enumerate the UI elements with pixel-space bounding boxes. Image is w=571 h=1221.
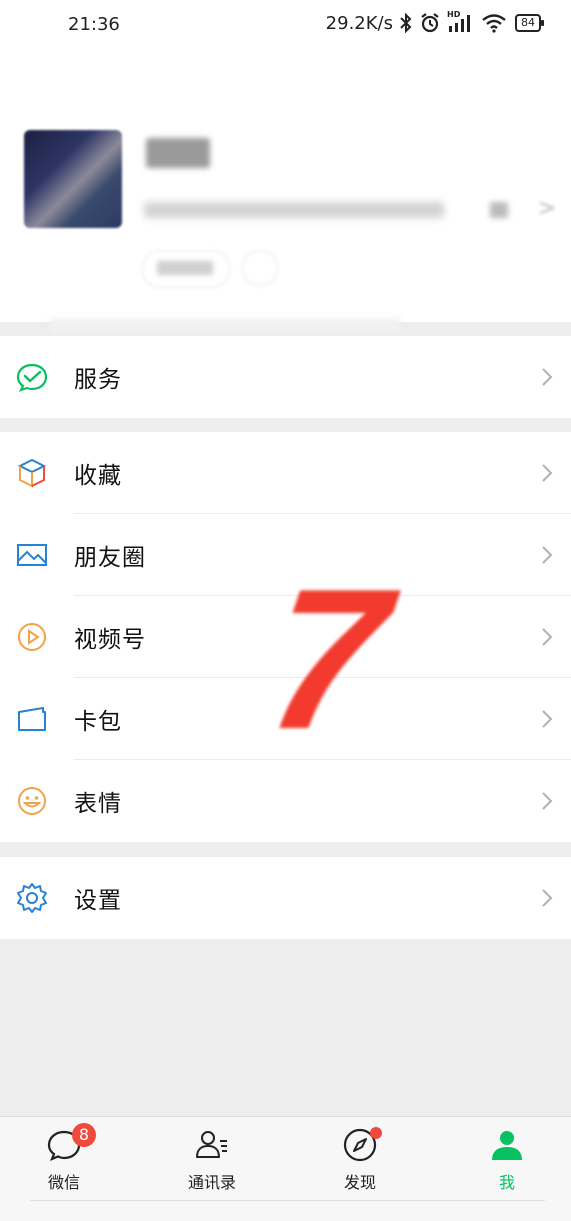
wechat-pay-icon [16, 363, 48, 392]
menu-label-cards: 卡包 [74, 709, 122, 735]
chevron-right-icon [542, 792, 553, 810]
menu-item-settings[interactable]: 设置 [0, 857, 571, 939]
contacts-icon [196, 1131, 227, 1158]
status-bar: 21:36 29.2K/s HD 84 [0, 0, 571, 50]
tab-me[interactable]: 我 [457, 1127, 557, 1193]
tab-label-contacts: 通讯录 [187, 1173, 236, 1192]
profile-fade [50, 318, 400, 332]
tab-label-chats: 微信 [47, 1173, 80, 1192]
tab-label-discover: 发现 [343, 1173, 376, 1192]
chevron-right-icon [542, 368, 553, 386]
smile-icon [18, 787, 46, 815]
tab-contacts[interactable]: 通讯录 [162, 1127, 262, 1193]
tab-chats[interactable]: 8 微信 [14, 1123, 114, 1193]
menu-item-favorites[interactable]: 收藏 [0, 432, 571, 514]
battery-icon: 84 [515, 14, 544, 32]
bluetooth-icon [400, 13, 412, 33]
menu-label-stickers: 表情 [74, 791, 122, 817]
qr-code-icon[interactable] [490, 202, 508, 218]
menu-label-moments: 朋友圈 [74, 545, 146, 571]
person-icon [492, 1131, 522, 1160]
menu-label-service: 服务 [74, 367, 122, 393]
signal-icon: HD [447, 10, 475, 34]
card-icon [18, 707, 46, 731]
new-dot-badge [370, 1127, 382, 1139]
status-time: 21:36 [68, 14, 120, 35]
chevron-right-icon [542, 628, 553, 646]
bottom-divider [30, 1200, 545, 1201]
wechat-id-redacted [144, 202, 444, 218]
play-circle-icon [18, 623, 46, 651]
profile-header[interactable]: > [0, 50, 571, 332]
more-status-button[interactable] [242, 250, 278, 286]
tab-label-me: 我 [498, 1173, 515, 1192]
wifi-icon [482, 14, 506, 33]
picture-icon [17, 544, 47, 566]
chevron-right-icon [542, 546, 553, 564]
chevron-right-icon [542, 464, 553, 482]
status-indicators: 29.2K/s HD 84 [325, 10, 544, 34]
avatar[interactable] [24, 130, 122, 228]
menu-group-settings: 设置 [0, 857, 571, 939]
status-label-redacted [157, 261, 213, 275]
menu-group-service: 服务 [0, 336, 571, 418]
tab-bar: 8 微信 通讯录 发现 我 [0, 1116, 571, 1221]
gear-icon [17, 883, 47, 913]
menu-label-channels: 视频号 [74, 627, 146, 653]
alarm-icon [421, 13, 439, 33]
menu-item-service[interactable]: 服务 [0, 336, 571, 418]
nickname-redacted [146, 138, 210, 168]
unread-badge: 8 [72, 1123, 96, 1147]
network-speed: 29.2K/s [325, 12, 393, 34]
chevron-right-icon[interactable]: > [538, 196, 556, 221]
chevron-right-icon [542, 889, 553, 907]
menu-label-settings: 设置 [74, 888, 122, 914]
cube-icon [17, 458, 47, 488]
chevron-right-icon [542, 710, 553, 728]
tab-discover[interactable]: 发现 [310, 1127, 410, 1193]
menu-label-favorites: 收藏 [74, 463, 122, 489]
add-status-button[interactable] [142, 250, 230, 288]
menu-item-stickers[interactable]: 表情 [0, 760, 571, 842]
